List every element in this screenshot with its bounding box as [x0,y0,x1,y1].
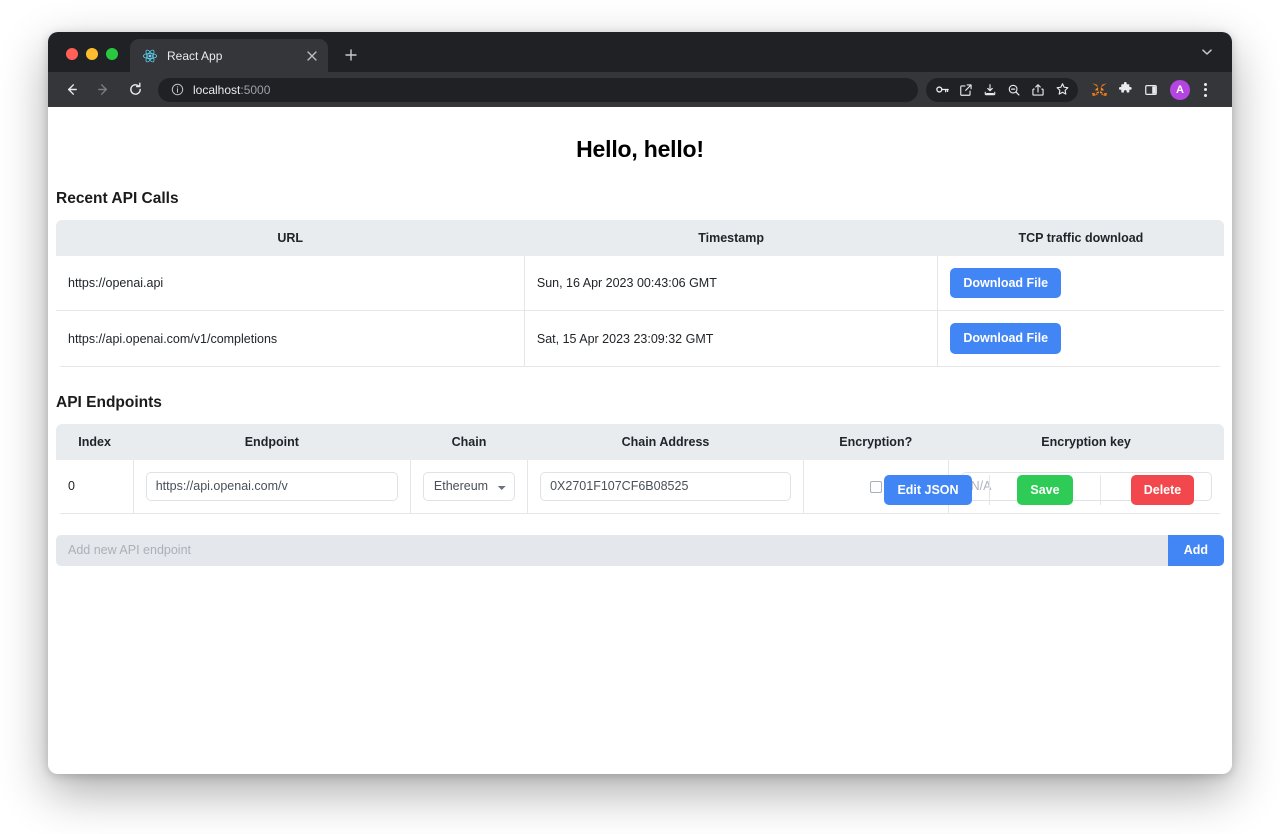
table-header-row: URL Timestamp TCP traffic download [56,220,1224,256]
download-file-button[interactable]: Download File [950,323,1062,354]
tab-strip: React App [48,32,1232,72]
add-endpoint-input[interactable] [56,534,1168,566]
table-row: https://openai.api Sun, 16 Apr 2023 00:4… [56,256,1224,312]
column-header-chain: Chain [410,423,528,460]
react-logo-icon [142,48,158,64]
minimize-window-button[interactable] [86,48,98,60]
cell-timestamp: Sun, 16 Apr 2023 00:43:06 GMT [524,256,939,312]
chevron-down-icon[interactable] [1196,41,1218,63]
browser-toolbar: localhost:5000 A [48,72,1232,107]
cell-url: https://openai.api [56,256,525,312]
address-bar-url: localhost:5000 [193,83,270,97]
page-title: Hello, hello! [576,136,704,162]
kebab-menu-icon[interactable] [1194,77,1216,103]
column-header-endpoint: Endpoint [133,423,411,460]
download-file-button[interactable]: Download File [950,268,1062,299]
endpoint-input[interactable] [145,471,398,501]
table-header-row: Index Endpoint Chain Chain Address Encry… [56,423,1224,460]
cell-index: 0 [56,459,134,514]
edit-square-icon[interactable] [954,78,978,102]
back-button[interactable] [58,77,84,103]
edit-json-button[interactable]: Edit JSON [884,475,972,506]
table-row: https://api.openai.com/v1/completions Sa… [56,310,1224,367]
info-circle-icon[interactable] [170,83,184,97]
column-header-encryption: Encryption? [803,423,949,460]
browser-window: React App localhost:5000 A Hello, hello!… [48,32,1232,774]
window-traffic-lights [48,48,130,72]
chain-select[interactable]: Ethereum [422,471,516,501]
api-endpoints-heading: API Endpoints [56,393,162,411]
cell-chain-address [527,459,804,514]
profile-avatar[interactable]: A [1170,79,1190,100]
column-header-index: Index [56,423,134,460]
extensions-puzzle-icon[interactable] [1112,78,1138,102]
cell-chain: Ethereum [410,459,529,514]
address-bar-host: localhost [193,82,241,97]
cell-endpoint [133,459,411,514]
toolbar-actions [926,77,1078,102]
metamask-fox-icon[interactable] [1086,78,1112,102]
extension-icons [1086,78,1164,102]
close-icon[interactable] [304,48,320,64]
address-bar-port: :5000 [240,82,271,97]
maximize-window-button[interactable] [106,48,118,60]
column-header-timestamp: Timestamp [524,220,938,256]
side-panel-icon[interactable] [1138,78,1164,102]
browser-tab[interactable]: React App [130,39,328,72]
chain-address-input[interactable] [540,471,791,501]
page-content: Hello, hello! Recent API Calls URL Times… [48,107,1232,566]
address-bar[interactable]: localhost:5000 [158,77,918,102]
recent-api-calls-table: URL Timestamp TCP traffic download https… [56,220,1224,367]
cell-download: Download File [937,310,1224,367]
add-endpoint-button[interactable]: Add [1167,534,1224,566]
password-key-icon[interactable] [930,78,954,102]
new-tab-button[interactable] [337,41,365,69]
column-header-tcp-download: TCP traffic download [937,220,1224,256]
cell-download: Download File [937,256,1224,312]
page-viewport: Hello, hello! Recent API Calls URL Times… [48,107,1232,774]
cell-url: https://api.openai.com/v1/completions [56,310,525,367]
column-header-chain-address: Chain Address [527,423,804,460]
save-button[interactable]: Save [1017,475,1073,506]
close-window-button[interactable] [66,48,78,60]
column-header-encryption-key: Encryption key [948,423,1224,460]
recent-api-calls-heading: Recent API Calls [56,190,179,207]
tab-title: React App [167,48,223,63]
cell-timestamp: Sat, 15 Apr 2023 23:09:32 GMT [524,310,939,367]
zoom-out-icon[interactable] [1002,78,1026,102]
bookmark-star-icon[interactable] [1050,78,1074,102]
delete-button[interactable]: Delete [1130,475,1195,506]
forward-button[interactable] [90,77,116,103]
install-download-icon[interactable] [978,78,1002,102]
share-icon[interactable] [1026,78,1050,102]
column-header-url: URL [56,220,525,256]
add-endpoint-bar: Add [56,534,1224,566]
reload-button[interactable] [122,77,148,103]
